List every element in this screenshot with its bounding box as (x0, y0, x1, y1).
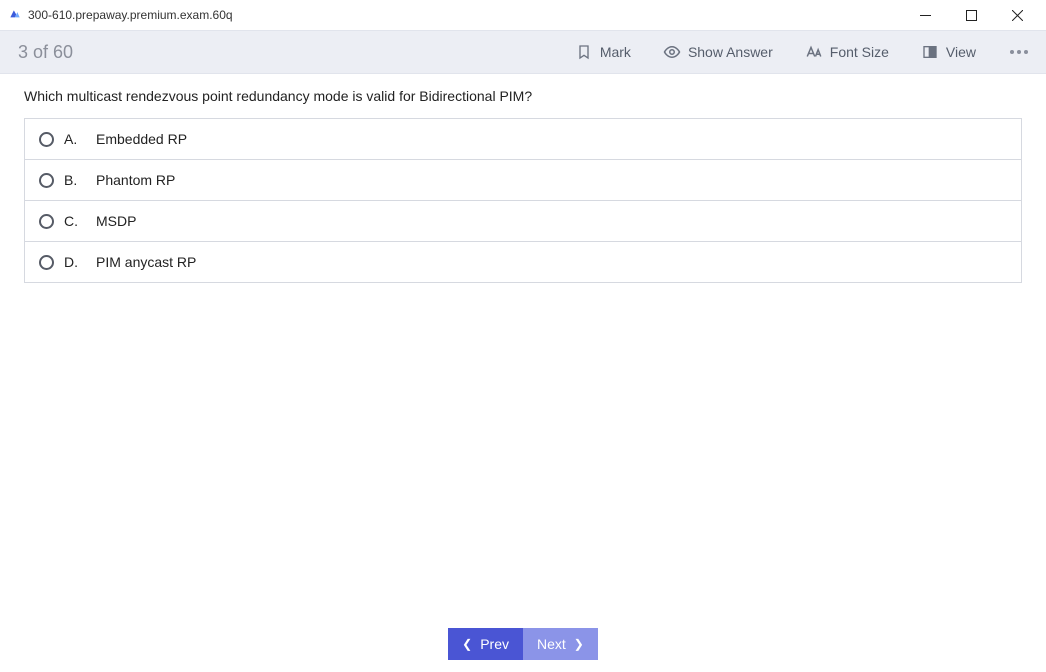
footer-nav: ❮ Prev Next ❯ (0, 616, 1046, 672)
font-size-button[interactable]: Font Size (801, 39, 893, 65)
mark-label: Mark (600, 44, 631, 60)
maximize-button[interactable] (948, 0, 994, 30)
view-button[interactable]: View (917, 39, 980, 65)
option-text: Phantom RP (96, 172, 175, 188)
view-label: View (946, 44, 976, 60)
option-b[interactable]: B. Phantom RP (25, 160, 1021, 201)
option-letter: D. (64, 254, 82, 270)
toolbar: 3 of 60 Mark Show Answer Font Size View (0, 30, 1046, 74)
option-letter: A. (64, 131, 82, 147)
question-area: Which multicast rendezvous point redunda… (0, 74, 1046, 616)
option-d[interactable]: D. PIM anycast RP (25, 242, 1021, 282)
app-icon (8, 8, 22, 22)
more-icon (1010, 50, 1028, 54)
question-text: Which multicast rendezvous point redunda… (24, 88, 1022, 104)
options-list: A. Embedded RP B. Phantom RP C. MSDP D. … (24, 118, 1022, 283)
prev-label: Prev (480, 636, 509, 652)
more-button[interactable] (1004, 46, 1032, 58)
window-titlebar: 300-610.prepaway.premium.exam.60q (0, 0, 1046, 30)
chevron-left-icon: ❮ (462, 637, 472, 651)
prev-button[interactable]: ❮ Prev (448, 628, 523, 660)
window-title: 300-610.prepaway.premium.exam.60q (28, 8, 233, 22)
chevron-right-icon: ❯ (574, 637, 584, 651)
eye-icon (663, 43, 681, 61)
bookmark-icon (575, 43, 593, 61)
window-controls (902, 0, 1040, 30)
option-text: PIM anycast RP (96, 254, 196, 270)
font-size-label: Font Size (830, 44, 889, 60)
option-c[interactable]: C. MSDP (25, 201, 1021, 242)
mark-button[interactable]: Mark (571, 39, 635, 65)
font-size-icon (805, 43, 823, 61)
next-label: Next (537, 636, 566, 652)
option-a[interactable]: A. Embedded RP (25, 119, 1021, 160)
option-text: Embedded RP (96, 131, 187, 147)
radio-icon (39, 132, 54, 147)
show-answer-button[interactable]: Show Answer (659, 39, 777, 65)
radio-icon (39, 214, 54, 229)
option-text: MSDP (96, 213, 136, 229)
next-button[interactable]: Next ❯ (523, 628, 598, 660)
close-button[interactable] (994, 0, 1040, 30)
minimize-button[interactable] (902, 0, 948, 30)
radio-icon (39, 255, 54, 270)
option-letter: C. (64, 213, 82, 229)
show-answer-label: Show Answer (688, 44, 773, 60)
progress-indicator: 3 of 60 (18, 42, 73, 63)
view-icon (921, 43, 939, 61)
option-letter: B. (64, 172, 82, 188)
radio-icon (39, 173, 54, 188)
